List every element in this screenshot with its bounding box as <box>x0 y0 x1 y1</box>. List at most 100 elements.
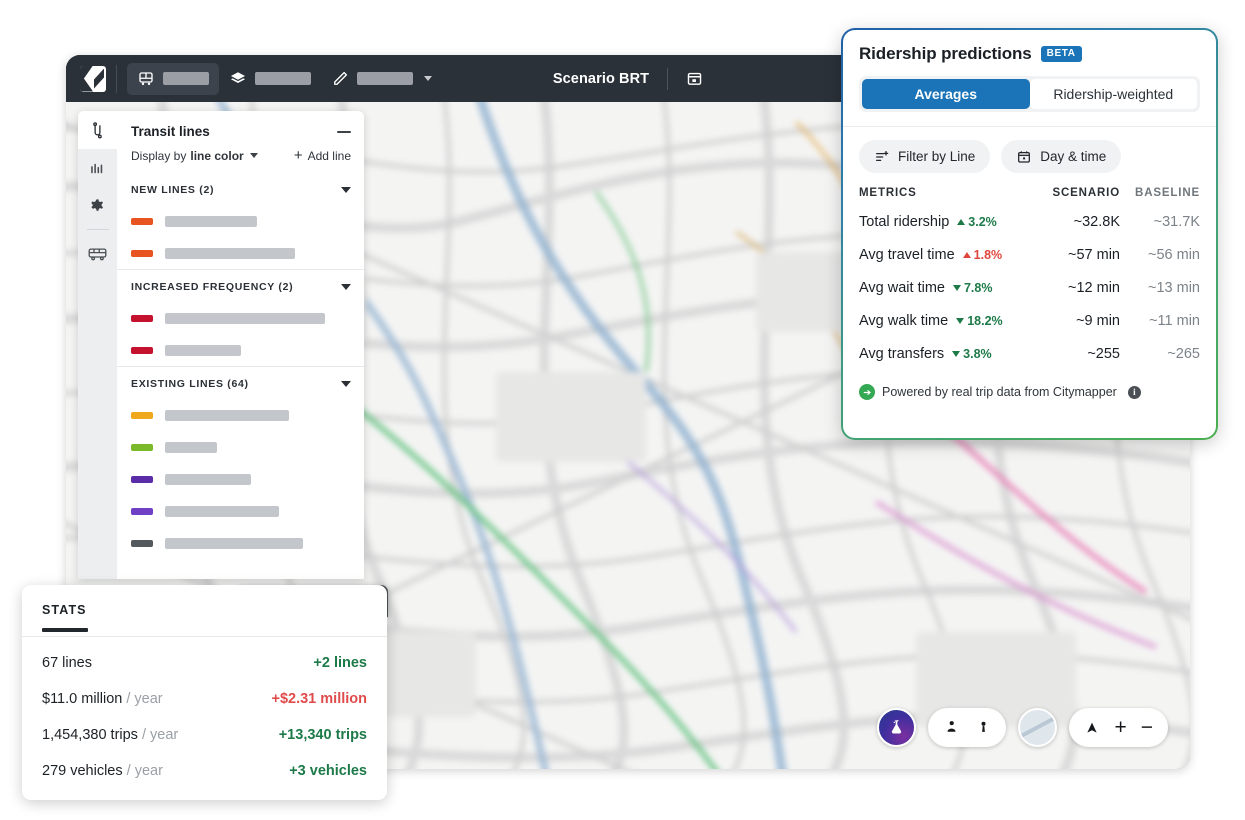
stat-row: 67 lines +2 lines <box>22 645 387 681</box>
layers-icon <box>229 70 247 88</box>
line-name-redacted <box>165 538 303 549</box>
line-color-swatch <box>131 250 153 257</box>
beta-badge: BETA <box>1041 46 1082 62</box>
filter-by-line-label: Filter by Line <box>898 149 975 164</box>
rail-item-transit-lines[interactable] <box>78 111 117 149</box>
day-and-time-button[interactable]: Day & time <box>1001 140 1121 173</box>
filter-by-line-button[interactable]: Filter by Line <box>859 140 990 173</box>
add-line-label: Add line <box>308 149 351 163</box>
screen-root: Scenario BRT <box>0 0 1245 820</box>
arrow-up-icon <box>957 219 965 225</box>
zoom-controls: + − <box>1069 708 1168 747</box>
line-item[interactable] <box>117 495 364 527</box>
panel-header: Transit lines <box>117 111 364 148</box>
zoom-out-button[interactable]: − <box>1141 717 1153 738</box>
toolbar-item-transit[interactable] <box>127 63 219 95</box>
rail-item-analytics[interactable] <box>78 149 117 187</box>
line-color-swatch <box>131 315 153 322</box>
chevron-down-icon <box>424 76 432 81</box>
display-by-prefix: Display by <box>131 149 186 163</box>
display-by-control[interactable]: Display by line color <box>131 149 258 163</box>
info-icon[interactable]: i <box>1128 386 1141 399</box>
metrics-header-row: METRICS SCENARIO BASELINE <box>859 187 1200 205</box>
isochrone-tools[interactable] <box>928 708 1006 747</box>
line-color-swatch <box>131 218 153 225</box>
transit-lines-icon <box>88 121 107 140</box>
stats-title: STATS <box>22 585 387 617</box>
map-style-button[interactable] <box>1018 708 1057 747</box>
tab-averages[interactable]: Averages <box>862 79 1030 109</box>
stat-row: $11.0 million / year +$2.31 million <box>22 681 387 717</box>
metric-change: 18.2% <box>956 314 1002 328</box>
line-name-redacted <box>165 410 289 421</box>
column-header-metrics: METRICS <box>859 187 1028 199</box>
line-item[interactable] <box>117 527 364 559</box>
stat-value: $11.0 million / year <box>42 691 163 707</box>
toolbar-label-redacted <box>163 72 209 85</box>
left-rail <box>78 111 117 579</box>
toolbar-label-redacted <box>357 72 413 85</box>
stats-panel: STATS 67 lines +2 lines $11.0 million / … <box>22 585 387 800</box>
section-title: EXISTING LINES (64) <box>131 378 249 390</box>
stat-delta: +2 lines <box>313 655 367 671</box>
metrics-table: METRICS SCENARIO BASELINE Total ridershi… <box>843 183 1216 370</box>
metric-scenario-value: ~255 <box>1028 346 1120 362</box>
line-item[interactable] <box>117 205 364 237</box>
line-color-swatch <box>131 412 153 419</box>
line-item[interactable] <box>117 399 364 431</box>
line-name-redacted <box>165 474 251 485</box>
metric-baseline-value: ~31.7K <box>1120 214 1200 230</box>
ridership-predictions-panel: Ridership predictions BETA Averages Ride… <box>841 28 1218 440</box>
line-item[interactable] <box>117 237 364 269</box>
line-item[interactable] <box>117 302 364 334</box>
line-item[interactable] <box>117 431 364 463</box>
day-and-time-label: Day & time <box>1040 149 1106 164</box>
metric-scenario-value: ~12 min <box>1028 280 1120 296</box>
ridership-mode-tabs: Averages Ridership-weighted <box>859 76 1200 112</box>
add-line-button[interactable]: + Add line <box>294 148 351 163</box>
section-title: NEW LINES (2) <box>131 184 214 196</box>
metric-name: Avg wait time <box>859 280 945 296</box>
section-header-existing-lines[interactable]: EXISTING LINES (64) <box>117 366 364 399</box>
metric-baseline-value: ~56 min <box>1120 247 1200 263</box>
chevron-down-icon <box>250 153 258 158</box>
citymapper-attribution: Powered by real trip data from Citymappe… <box>882 385 1117 399</box>
metric-change-value: 1.8% <box>974 248 1003 262</box>
toolbar-item-layers[interactable] <box>219 63 321 95</box>
citymapper-logo-icon <box>859 384 875 400</box>
title-divider <box>667 68 668 90</box>
stat-delta: +$2.31 million <box>271 691 367 707</box>
transit-lines-panel: Transit lines Display by line color + Ad… <box>78 111 364 579</box>
calendar-icon[interactable] <box>686 70 703 87</box>
panel-title: Transit lines <box>131 124 210 139</box>
collapse-panel-button[interactable] <box>337 131 351 133</box>
zoom-in-button[interactable]: + <box>1114 717 1126 738</box>
stat-unit: / year <box>138 727 178 743</box>
stat-value: 1,454,380 trips / year <box>42 727 178 743</box>
ridership-filters: Filter by Line Day & time <box>843 127 1216 183</box>
experiments-flask-button[interactable] <box>877 708 916 747</box>
metric-change: 3.8% <box>952 347 992 361</box>
settings-gear-icon <box>89 198 106 215</box>
line-item[interactable] <box>117 463 364 495</box>
section-header-new-lines[interactable]: NEW LINES (2) <box>117 173 364 205</box>
metric-change: 3.2% <box>957 215 997 229</box>
toolbar-item-edit[interactable] <box>321 63 442 95</box>
line-name-redacted <box>165 216 257 227</box>
rail-item-vehicles[interactable] <box>78 234 117 272</box>
column-header-baseline: BASELINE <box>1120 187 1200 199</box>
metric-change-value: 7.8% <box>964 281 993 295</box>
line-item[interactable] <box>117 334 364 366</box>
line-color-swatch <box>131 347 153 354</box>
metric-row: Avg wait time 7.8% ~12 min ~13 min <box>859 271 1200 304</box>
remix-logo[interactable] <box>80 66 106 92</box>
rail-item-settings[interactable] <box>78 187 117 225</box>
arrow-down-icon <box>952 351 960 357</box>
metric-change-value: 3.2% <box>968 215 997 229</box>
metric-row: Total ridership 3.2% ~32.8K ~31.7K <box>859 205 1200 238</box>
section-header-increased-frequency[interactable]: INCREASED FREQUENCY (2) <box>117 269 364 302</box>
filter-icon <box>874 149 890 165</box>
tab-ridership-weighted[interactable]: Ridership-weighted <box>1030 79 1198 109</box>
stat-main: 1,454,380 trips <box>42 727 138 743</box>
metric-scenario-value: ~9 min <box>1028 313 1120 329</box>
